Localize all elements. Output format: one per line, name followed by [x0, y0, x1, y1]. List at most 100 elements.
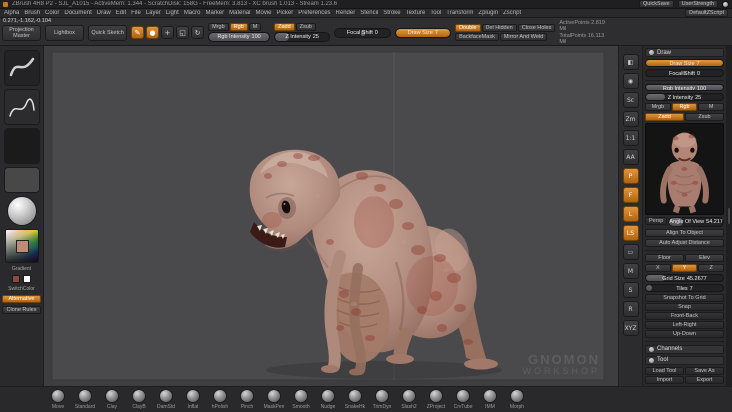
menu-item[interactable]: Transform — [446, 10, 473, 16]
dock-brush[interactable]: Nudge — [318, 389, 338, 410]
menu-item[interactable]: Zscript — [503, 10, 521, 16]
draw-size-slider[interactable]: Draw Size 7 — [394, 27, 452, 38]
menu-item[interactable]: Light — [166, 10, 179, 16]
dock-brush[interactable]: DamStd — [156, 389, 176, 410]
axis-toggle[interactable]: X — [645, 264, 671, 273]
document-canvas[interactable]: GNOMON WORKSHOP — [44, 46, 618, 386]
tray-rgb-toggle[interactable]: Rgb — [671, 103, 698, 112]
floor-button[interactable]: Floor — [645, 254, 684, 263]
floor-option-button[interactable]: Up-Down — [645, 329, 724, 338]
elev-button[interactable]: Elev — [685, 254, 724, 263]
menu-item[interactable]: Render — [336, 10, 356, 16]
shelf-icon-button[interactable]: F — [622, 187, 639, 203]
alternative-button[interactable]: Alternative — [2, 295, 41, 303]
tray-zadd-toggle[interactable]: Zadd — [645, 113, 684, 122]
axis-toggle[interactable]: Y — [671, 264, 698, 273]
shelf-icon-button[interactable]: Sc — [622, 92, 639, 108]
tool-action-button[interactable]: Save As — [685, 366, 724, 375]
quicksave-button[interactable]: QuickSave — [638, 0, 674, 8]
floor-option-button[interactable]: Front-Back — [645, 311, 724, 320]
auto-adjust-distance-button[interactable]: Auto Adjust Distance — [645, 239, 724, 248]
channels-palette-header[interactable]: Channels — [645, 344, 724, 354]
scale-button[interactable]: ◱ — [176, 26, 190, 39]
dock-brush[interactable]: Move — [48, 389, 68, 410]
color-picker[interactable] — [4, 229, 39, 263]
shelf-icon-button[interactable]: AA — [622, 149, 639, 165]
tray-mrgb-toggle[interactable]: Mrgb — [645, 103, 671, 112]
clone-rules-button[interactable]: Clone Rules — [2, 306, 41, 314]
floor-option-button[interactable]: Snapshot To Grid — [645, 293, 724, 302]
tray-m-toggle[interactable]: M — [698, 103, 725, 112]
floor-option-button[interactable]: Left-Right — [645, 320, 724, 329]
tiles-slider[interactable]: Tiles 7 — [645, 284, 724, 292]
tool-preview[interactable] — [645, 123, 724, 216]
lightbox-button[interactable]: Lightbox — [45, 24, 85, 41]
switch-color-button[interactable]: SwitchColor — [8, 286, 35, 292]
angle-of-view-slider[interactable]: Angle Of View 54.217 — [668, 217, 724, 228]
del-hidden-button[interactable]: Del Hidden — [481, 24, 517, 32]
menu-item[interactable]: File — [131, 10, 141, 16]
tray-rgb-intensity-slider[interactable]: Rgb Intensity 100 — [645, 83, 724, 92]
shelf-icon-button[interactable]: L — [622, 206, 639, 222]
tray-z-intensity-slider[interactable]: Z Intensity 25 — [645, 93, 724, 102]
dock-brush[interactable]: MaskPen — [264, 389, 284, 410]
edit-button[interactable]: ✎ — [131, 26, 145, 39]
shelf-icon-button[interactable]: P — [622, 168, 639, 184]
menu-item[interactable]: Texture — [406, 10, 426, 16]
texture-picker[interactable] — [3, 167, 40, 193]
menu-item[interactable]: Layer — [146, 10, 161, 16]
projection-master-button[interactable]: Projection Master — [2, 24, 42, 41]
tool-action-button[interactable]: Import — [645, 375, 684, 384]
z-intensity-slider[interactable]: Z Intensity 25 — [274, 32, 331, 42]
stroke-picker[interactable] — [3, 89, 40, 125]
shelf-icon-button[interactable]: Zm — [622, 111, 639, 127]
main-color-swatch[interactable] — [12, 275, 20, 283]
dock-brush[interactable]: Smooth — [291, 389, 311, 410]
menu-item[interactable]: Preferences — [298, 10, 330, 16]
zsub-toggle[interactable]: Zsub — [295, 23, 316, 31]
menu-item[interactable]: Alpha — [4, 10, 19, 16]
dock-brush[interactable]: ClayB — [129, 389, 149, 410]
menu-item[interactable]: Color — [45, 10, 59, 16]
menu-item[interactable]: Stencil — [360, 10, 378, 16]
menu-item[interactable]: Macro — [184, 10, 201, 16]
quick-sketch-button[interactable]: Quick Sketch — [88, 24, 128, 41]
menu-item[interactable]: Material — [229, 10, 250, 16]
double-button[interactable]: Double — [455, 24, 481, 32]
menu-item[interactable]: Tool — [430, 10, 441, 16]
gradient-toggle[interactable]: Gradient — [12, 266, 31, 272]
shelf-icon-button[interactable]: M — [622, 263, 639, 279]
shelf-icon-button[interactable]: ▭ — [622, 244, 639, 260]
menu-item[interactable]: Picker — [277, 10, 294, 16]
tray-focal-shift-slider[interactable]: Focal Shift 0 — [645, 68, 724, 77]
dock-brush[interactable]: Pinch — [237, 389, 257, 410]
draw-button[interactable]: ● — [146, 26, 160, 39]
tool-palette-header[interactable]: Tool — [645, 355, 724, 365]
shelf-icon-button[interactable]: R — [622, 301, 639, 317]
dock-brush[interactable]: SnakeHk — [345, 389, 365, 410]
user-strength-button[interactable]: UserStrength — [677, 0, 718, 8]
shelf-icon-button[interactable]: ◉ — [622, 73, 639, 89]
menu-item[interactable]: Edit — [116, 10, 126, 16]
menu-item[interactable]: Movie — [256, 10, 272, 16]
material-picker[interactable] — [6, 196, 37, 226]
alpha-picker[interactable] — [3, 128, 40, 164]
rgb-toggle[interactable]: Rgb — [229, 23, 248, 31]
dock-brush[interactable]: Clay — [102, 389, 122, 410]
default-zscript-button[interactable]: DefaultZScript — [685, 9, 728, 17]
menu-item[interactable]: Document — [64, 10, 91, 16]
dock-brush[interactable]: IMM — [480, 389, 500, 410]
dock-brush[interactable]: CrvTube — [453, 389, 473, 410]
shelf-icon-button[interactable]: 1:1 — [622, 130, 639, 146]
menu-item[interactable]: Stroke — [383, 10, 400, 16]
menu-item[interactable]: Marker — [205, 10, 224, 16]
rgb-intensity-slider[interactable]: Rgb Intensity 100 — [208, 32, 271, 42]
rotate-button[interactable]: ↻ — [191, 26, 205, 39]
backface-mask-button[interactable]: BackfaceMask — [455, 33, 499, 41]
focal-shift-slider[interactable]: Focal Shift 0 — [334, 27, 391, 38]
shelf-icon-button[interactable]: ◧ — [622, 54, 639, 70]
move-button[interactable]: + — [161, 26, 175, 39]
align-to-object-button[interactable]: Align To Object — [645, 229, 724, 238]
close-holes-button[interactable]: Close Holes — [517, 24, 556, 32]
tray-draw-size-slider[interactable]: Draw Size 7 — [645, 59, 724, 67]
